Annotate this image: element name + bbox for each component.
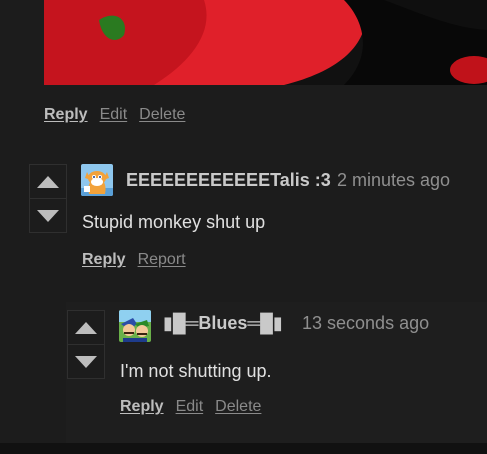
parent-comment-actions: Reply Edit Delete — [44, 106, 197, 124]
report-link[interactable]: Report — [138, 251, 186, 269]
tails-fox-avatar-icon[interactable] — [81, 164, 113, 196]
arrow-up-icon — [37, 175, 59, 188]
arrow-up-icon — [75, 321, 97, 334]
vote-box — [67, 310, 105, 379]
reply-link[interactable]: Reply — [82, 251, 126, 269]
arrow-down-icon — [37, 209, 59, 222]
comment-thread: Reply Edit Delete EEEEEEEEEEEETalis :3 2… — [0, 0, 487, 443]
comment-actions: Reply Report — [82, 251, 198, 269]
reply-link[interactable]: Reply — [120, 398, 164, 416]
comment-actions: Reply Edit Delete — [120, 398, 273, 416]
downvote-button[interactable] — [68, 344, 104, 378]
edit-link[interactable]: Edit — [100, 106, 128, 124]
reply-link[interactable]: Reply — [44, 106, 88, 124]
upvote-button[interactable] — [68, 311, 104, 344]
embedded-image — [44, 0, 487, 85]
username[interactable]: ▮█═Blues═█▮ — [163, 313, 283, 334]
comment-body: Stupid monkey shut up — [82, 212, 266, 232]
comment-body: I'm not shutting up. — [120, 361, 272, 381]
edit-link[interactable]: Edit — [176, 398, 204, 416]
delete-link[interactable]: Delete — [215, 398, 261, 416]
username[interactable]: EEEEEEEEEEEETalis :3 — [126, 170, 331, 191]
arrow-down-icon — [75, 355, 97, 368]
page-footer-edge — [0, 443, 487, 454]
delete-link[interactable]: Delete — [139, 106, 185, 124]
timestamp[interactable]: 2 minutes ago — [337, 170, 450, 191]
timestamp[interactable]: 13 seconds ago — [302, 313, 429, 334]
upvote-button[interactable] — [30, 165, 66, 198]
mario-luigi-avatar-icon[interactable] — [119, 310, 151, 342]
downvote-button[interactable] — [30, 198, 66, 232]
vote-box — [29, 164, 67, 233]
